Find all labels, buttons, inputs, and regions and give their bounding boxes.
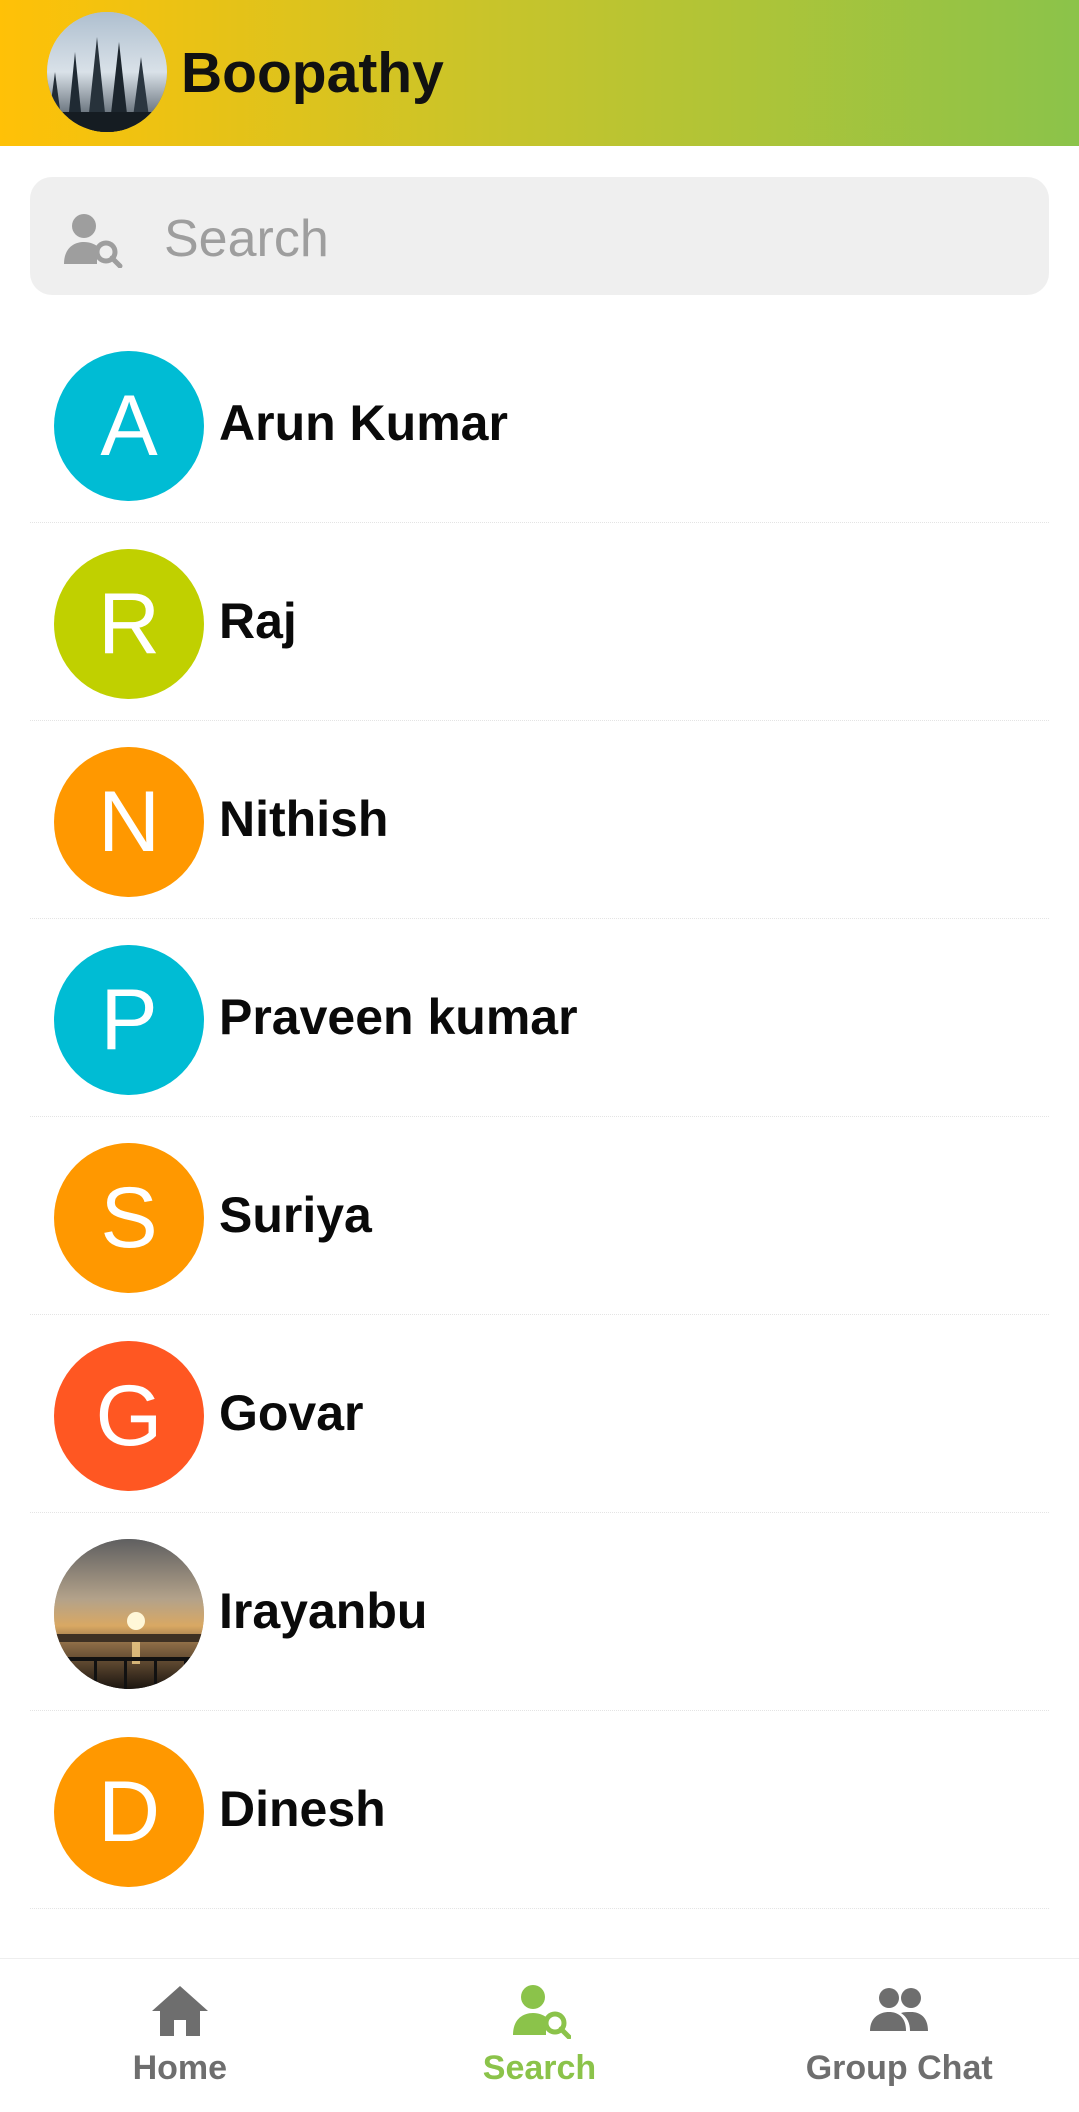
- avatar-initial: D: [97, 1763, 161, 1860]
- nav-search[interactable]: Search: [360, 1959, 720, 2112]
- sunset-photo-icon: [54, 1539, 204, 1689]
- list-item[interactable]: S Suriya: [0, 1117, 1079, 1315]
- bottom-navigation: Home Search Group Chat: [0, 1958, 1079, 2112]
- contact-name: Suriya: [219, 1187, 372, 1243]
- app-header: Boopathy: [0, 0, 1079, 146]
- avatar-initial: G: [95, 1367, 163, 1464]
- avatar: N: [54, 747, 204, 897]
- avatar-initial: N: [97, 773, 161, 870]
- list-item[interactable]: D Dinesh: [0, 1711, 1079, 1909]
- list-item[interactable]: N Nithish: [0, 721, 1079, 919]
- user-search-icon: [64, 214, 123, 268]
- avatar-initial: P: [100, 971, 158, 1068]
- profile-avatar[interactable]: [47, 12, 167, 132]
- contact-name: Praveen kumar: [219, 989, 578, 1045]
- contact-name: Dinesh: [219, 1781, 386, 1837]
- avatar: S: [54, 1143, 204, 1293]
- list-item[interactable]: G Govar: [0, 1315, 1079, 1513]
- group-icon: [870, 1988, 929, 2031]
- avatar: R: [54, 549, 204, 699]
- nav-group-chat-label: Group Chat: [805, 2049, 993, 2087]
- contact-name: Nithish: [219, 791, 389, 847]
- avatar-initial: A: [100, 377, 158, 474]
- nav-search-label: Search: [482, 2049, 597, 2087]
- nav-group-chat[interactable]: Group Chat: [719, 1959, 1079, 2112]
- user-name-title: Boopathy: [181, 41, 444, 105]
- contact-name: Irayanbu: [219, 1583, 428, 1639]
- search-input[interactable]: [162, 200, 1026, 278]
- avatar-initial: R: [97, 575, 161, 672]
- list-item[interactable]: P Praveen kumar: [0, 919, 1079, 1117]
- avatar: [54, 1539, 204, 1689]
- list-item[interactable]: R Raj: [0, 523, 1079, 721]
- list-item[interactable]: A Arun Kumar: [0, 325, 1079, 523]
- avatar: D: [54, 1737, 204, 1887]
- home-icon: [151, 1986, 208, 2036]
- profile-photo-icon: [47, 12, 167, 132]
- avatar-initial: S: [100, 1169, 158, 1266]
- contact-list: A Arun Kumar R Raj N Nithish P Praveen k…: [0, 325, 1079, 1909]
- nav-home[interactable]: Home: [0, 1959, 360, 2112]
- user-search-icon: [512, 1985, 571, 2039]
- avatar: A: [54, 351, 204, 501]
- nav-home-label: Home: [132, 2049, 228, 2087]
- contact-name: Govar: [219, 1385, 364, 1441]
- contact-name: Raj: [219, 593, 297, 649]
- avatar: G: [54, 1341, 204, 1491]
- contact-name: Arun Kumar: [219, 395, 508, 451]
- list-item[interactable]: Irayanbu: [0, 1513, 1079, 1711]
- avatar: P: [54, 945, 204, 1095]
